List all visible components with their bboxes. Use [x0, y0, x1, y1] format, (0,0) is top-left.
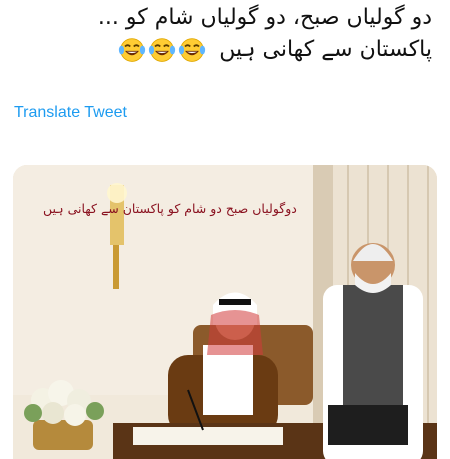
translate-tweet-link[interactable]: Translate Tweet — [14, 104, 127, 122]
tweet-text: دو گولیاں صبح، دو گولیاں شام کو ... پاکس… — [12, 2, 432, 66]
face-with-tears-of-joy-icon — [149, 38, 176, 62]
tweet: دو گولیاں صبح، دو گولیاں شام کو ... پاکس… — [0, 0, 450, 459]
tweet-text-line-1: دو گولیاں صبح، دو گولیاں شام کو ... — [97, 5, 432, 30]
guest-book — [133, 427, 283, 445]
face-with-tears-of-joy-icon — [179, 38, 206, 62]
face-with-tears-of-joy-icon — [119, 38, 146, 62]
box — [328, 405, 408, 445]
emoji-row — [118, 36, 206, 64]
tweet-text-line-2-words: پاکستان سے کھانی ہیں — [219, 37, 432, 62]
photo-caption-overlay: دوگولیاں صبح دو شام کو پاکستان سے کھانی … — [43, 201, 297, 216]
tweet-photo[interactable]: دوگولیاں صبح دو شام کو پاکستان سے کھانی … — [13, 165, 437, 459]
tweet-text-line-2: پاکستان سے کھانی ہیں — [12, 34, 432, 66]
